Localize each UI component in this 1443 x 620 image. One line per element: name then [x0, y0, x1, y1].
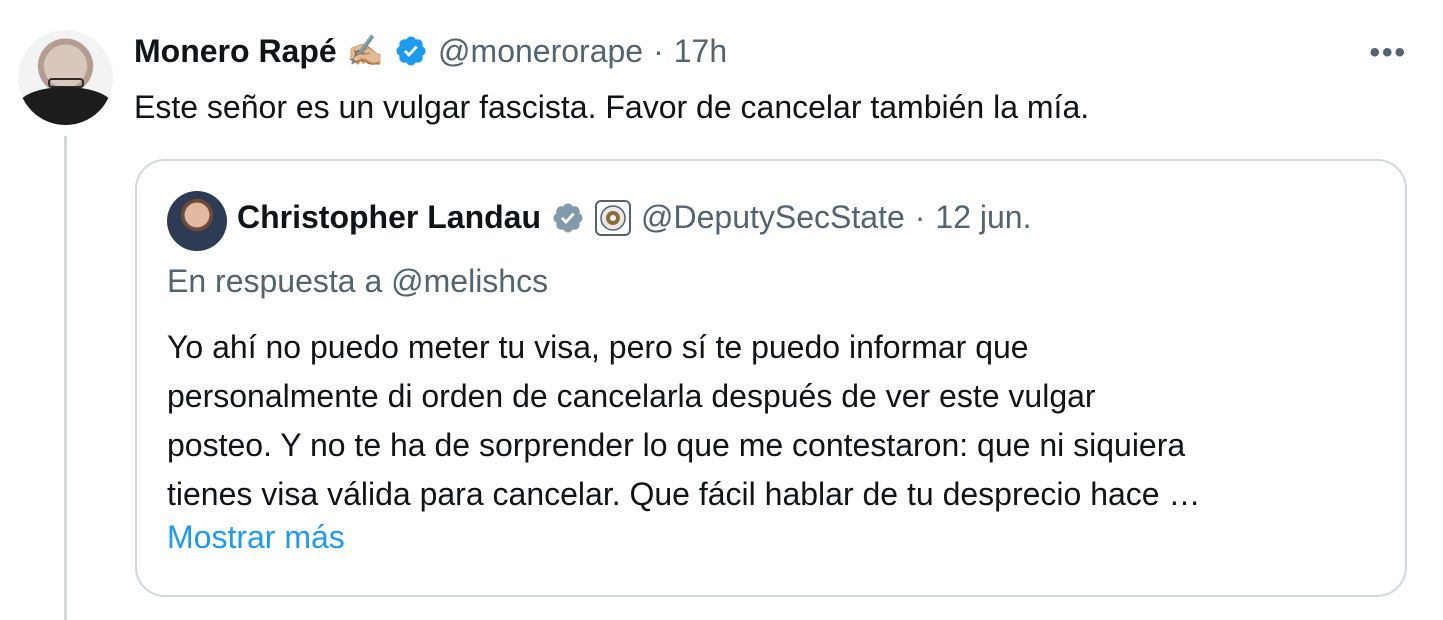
replying-to[interactable]: En respuesta a @melishcs — [167, 263, 548, 300]
thread-line — [64, 136, 67, 620]
quoted-tweet-header: Christopher Landau @DeputySecState · 12 … — [237, 199, 1031, 236]
verified-badge-icon[interactable] — [394, 34, 428, 68]
quoted-author-name[interactable]: Christopher Landau — [237, 199, 541, 236]
author-name[interactable]: Monero Rapé — [134, 33, 337, 70]
tweet[interactable]: Monero Rapé ✍🏼 @monerorape · 17h ••• Est… — [0, 0, 1443, 620]
quoted-tweet-card[interactable]: Christopher Landau @DeputySecState · 12 … — [135, 159, 1407, 597]
quoted-tweet-text: Yo ahí no puedo meter tu visa, pero sí t… — [167, 323, 1387, 519]
author-handle[interactable]: @monerorape — [438, 33, 643, 70]
quoted-author-handle[interactable]: @DeputySecState — [641, 199, 905, 236]
tweet-time[interactable]: 17h — [674, 33, 727, 70]
government-verified-badge-icon[interactable] — [551, 201, 585, 235]
quoted-author-avatar[interactable] — [167, 191, 227, 251]
tweet-header: Monero Rapé ✍🏼 @monerorape · 17h — [134, 28, 727, 74]
author-avatar[interactable] — [18, 30, 113, 125]
government-seal-icon[interactable] — [595, 199, 632, 236]
quoted-text-line: Yo ahí no puedo meter tu visa, pero sí t… — [167, 329, 1029, 365]
quoted-text-line: posteo. Y no te ha de sorprender lo que … — [167, 427, 1186, 463]
separator-dot: · — [914, 199, 926, 235]
more-options-icon[interactable]: ••• — [1369, 36, 1407, 70]
quoted-text-line: tienes visa válida para cancelar. Que fá… — [167, 476, 1201, 512]
writing-hand-emoji: ✍🏼 — [346, 34, 385, 68]
separator-dot: · — [653, 32, 664, 69]
show-more-link[interactable]: Mostrar más — [167, 519, 345, 556]
quoted-text-line: personalmente di orden de cancelarla des… — [167, 378, 1096, 414]
quoted-tweet-date[interactable]: 12 jun. — [935, 199, 1031, 236]
tweet-text: Este señor es un vulgar fascista. Favor … — [134, 89, 1090, 125]
